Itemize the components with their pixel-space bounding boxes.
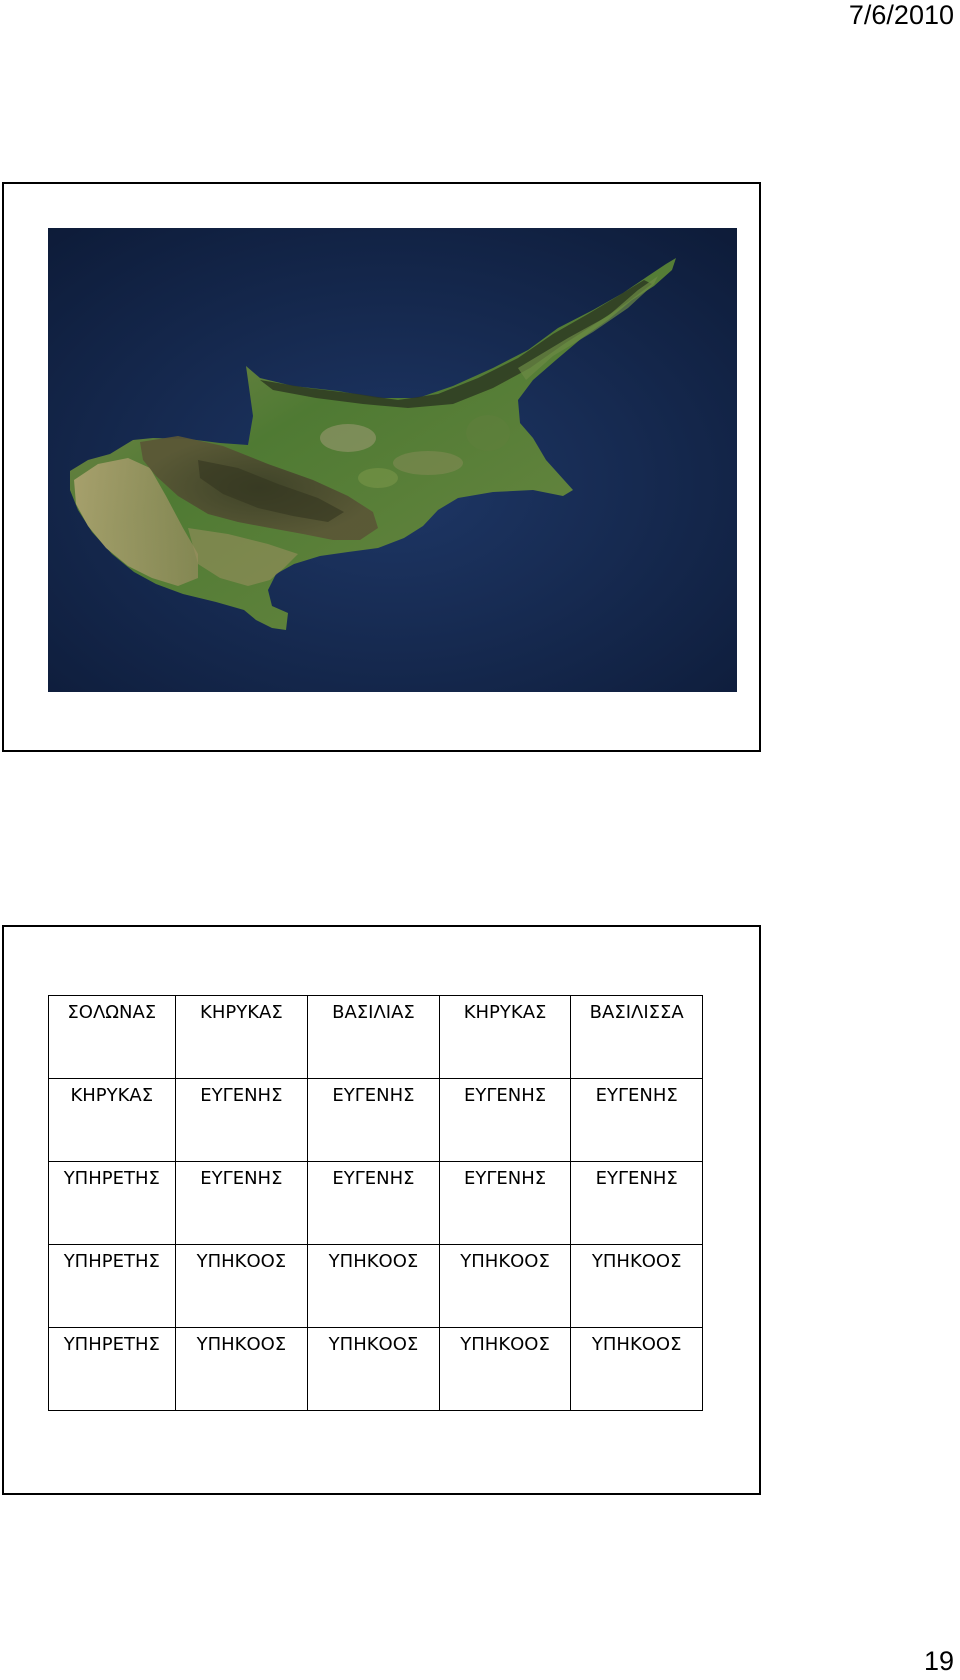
table-cell: ΕΥΓΕΝΗΣ	[438, 1161, 572, 1245]
table-cell: ΕΥΓΕΝΗΣ	[174, 1078, 309, 1162]
table-cell: ΥΠΗΡΕΤΗΣ	[48, 1161, 176, 1245]
table-cell: ΥΠΗΚΟΟΣ	[438, 1327, 572, 1411]
table-cell: ΥΠΗΚΟΟΣ	[174, 1244, 309, 1328]
table-row: ΥΠΗΡΕΤΗΣ ΥΠΗΚΟΟΣ ΥΠΗΚΟΟΣ ΥΠΗΚΟΟΣ ΥΠΗΚΟΟΣ	[48, 1327, 703, 1411]
table-row: ΣΟΛΩΝΑΣ ΚΗΡΥΚΑΣ ΒΑΣΙΛΙΑΣ ΚΗΡΥΚΑΣ ΒΑΣΙΛΙΣ…	[48, 995, 703, 1079]
table-cell: ΚΗΡΥΚΑΣ	[438, 995, 572, 1079]
table-cell: ΒΑΣΙΛΙΣΣΑ	[570, 995, 703, 1079]
slide-table: ΣΟΛΩΝΑΣ ΚΗΡΥΚΑΣ ΒΑΣΙΛΙΑΣ ΚΗΡΥΚΑΣ ΒΑΣΙΛΙΣ…	[2, 925, 761, 1495]
table-row: ΥΠΗΡΕΤΗΣ ΥΠΗΚΟΟΣ ΥΠΗΚΟΟΣ ΥΠΗΚΟΟΣ ΥΠΗΚΟΟΣ	[48, 1244, 703, 1328]
page-number: 19	[923, 1646, 954, 1676]
slide-satellite	[2, 182, 761, 752]
table-cell: ΥΠΗΚΟΟΣ	[570, 1244, 703, 1328]
table-cell: ΥΠΗΚΟΟΣ	[438, 1244, 572, 1328]
table-cell: ΥΠΗΡΕΤΗΣ	[48, 1327, 176, 1411]
table-cell: ΕΥΓΕΝΗΣ	[570, 1161, 703, 1245]
table-cell: ΣΟΛΩΝΑΣ	[48, 995, 176, 1079]
table-row: ΚΗΡΥΚΑΣ ΕΥΓΕΝΗΣ ΕΥΓΕΝΗΣ ΕΥΓΕΝΗΣ ΕΥΓΕΝΗΣ	[48, 1078, 703, 1162]
table-cell: ΥΠΗΚΟΟΣ	[307, 1244, 440, 1328]
satellite-map-cyprus-icon	[48, 228, 737, 692]
table-cell: ΒΑΣΙΛΙΑΣ	[307, 995, 440, 1079]
table-cell: ΕΥΓΕΝΗΣ	[438, 1078, 572, 1162]
table-cell: ΕΥΓΕΝΗΣ	[174, 1161, 309, 1245]
table-cell: ΚΗΡΥΚΑΣ	[48, 1078, 176, 1162]
table-cell: ΥΠΗΚΟΟΣ	[307, 1327, 440, 1411]
table-cell: ΥΠΗΡΕΤΗΣ	[48, 1244, 176, 1328]
table-cell: ΥΠΗΚΟΟΣ	[174, 1327, 309, 1411]
table-cell: ΥΠΗΚΟΟΣ	[570, 1327, 703, 1411]
table-cell: ΕΥΓΕΝΗΣ	[307, 1161, 440, 1245]
table-cell: ΕΥΓΕΝΗΣ	[307, 1078, 440, 1162]
header-date: 7/6/2010	[848, 0, 954, 30]
table-cell: ΚΗΡΥΚΑΣ	[174, 995, 309, 1079]
social-hierarchy-table: ΣΟΛΩΝΑΣ ΚΗΡΥΚΑΣ ΒΑΣΙΛΙΑΣ ΚΗΡΥΚΑΣ ΒΑΣΙΛΙΣ…	[48, 995, 703, 1411]
table-cell: ΕΥΓΕΝΗΣ	[570, 1078, 703, 1162]
table-row: ΥΠΗΡΕΤΗΣ ΕΥΓΕΝΗΣ ΕΥΓΕΝΗΣ ΕΥΓΕΝΗΣ ΕΥΓΕΝΗΣ	[48, 1161, 703, 1245]
